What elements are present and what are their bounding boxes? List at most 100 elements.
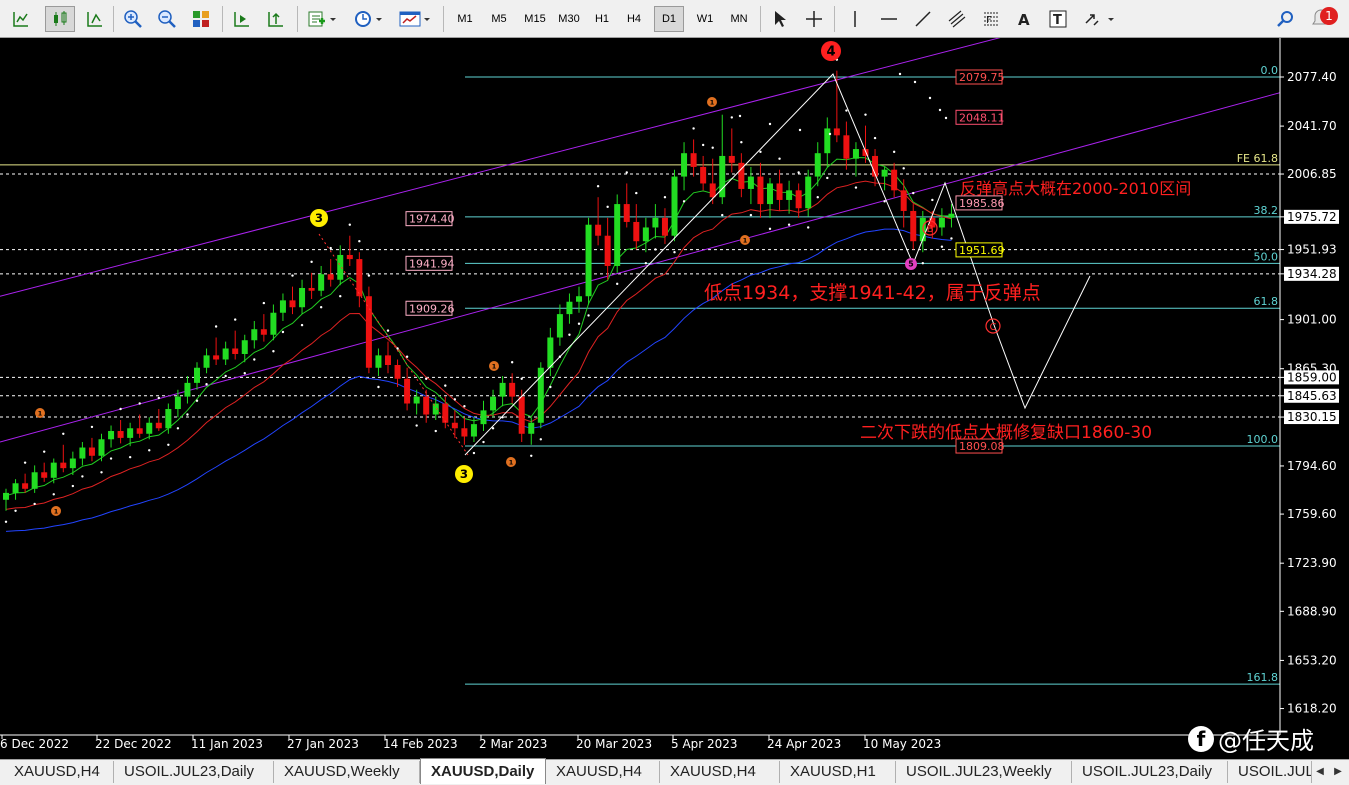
sar-dot [348,223,351,226]
chart-tab[interactable]: USOIL.JUL23,Daily [1228,761,1312,783]
search-button[interactable] [1272,6,1298,32]
sar-dot [52,493,55,496]
sar-dot [606,205,609,209]
equidistant-channel-button[interactable] [944,6,970,32]
chart-tab[interactable]: XAUUSD,H4 [660,761,780,783]
price-label: 2041.70 [1287,119,1337,133]
candle-body [652,217,659,228]
date-label: 14 Feb 2023 [383,737,458,751]
chart-tab[interactable]: XAUUSD,Daily [420,758,546,784]
level-tag-label: 1941.94 [409,257,455,270]
chart-tab[interactable]: XAUUSD,H4 [546,761,660,783]
vertical-line-button[interactable] [843,6,867,32]
chart-tab[interactable]: USOIL.JUL23,Daily [114,761,274,783]
sar-dot [214,325,218,328]
sar-dot [272,350,275,353]
timeframe-d1-button[interactable]: D1 [654,6,684,32]
timeframe-h4-button[interactable]: H4 [620,6,648,32]
date-label: 22 Dec 2022 [95,737,172,751]
indicators-button[interactable] [304,6,340,32]
sar-dot [883,200,886,203]
sar-dot [339,295,342,298]
level-tag-label: 1951.69 [959,244,1005,257]
chart-tab[interactable]: USOIL.JUL23,Weekly [896,761,1072,783]
text-button[interactable]: A [1012,6,1036,32]
timeframe-m15-button[interactable]: M15 [518,6,552,32]
sar-dot [43,450,46,453]
line-chart-button[interactable] [8,6,34,32]
candle-body [480,410,487,425]
chart-tab[interactable]: XAUUSD,H4 [4,761,114,783]
tile-windows-button[interactable] [188,6,214,32]
fibonacci-button[interactable]: F [978,6,1004,32]
sar-dot [577,322,581,325]
trend-line-button[interactable] [910,6,936,32]
arrows-button[interactable] [1079,6,1119,32]
svg-text:A: A [1018,11,1030,29]
zoom-in-button[interactable] [120,6,146,32]
horizontal-line-button[interactable] [876,6,902,32]
indicators-icon [308,11,336,27]
fib-level-label: 0.0 [1261,64,1279,77]
chart-tab[interactable]: XAUUSD,H1 [780,761,896,783]
timeframe-mn-button[interactable]: MN [724,6,754,32]
timeframe-m30-button[interactable]: M30 [553,6,585,32]
cursor-button[interactable] [766,6,792,32]
price-label: 1723.90 [1287,556,1337,570]
candle-body [375,355,382,368]
candle-body [604,235,611,266]
chart-tab[interactable]: XAUUSD,Weekly [274,761,420,783]
crosshair-button[interactable] [801,6,827,32]
sar-dot [81,475,84,478]
timeframe-w1-button[interactable]: W1 [690,6,720,32]
candle-body [852,149,859,159]
sar-dot [472,451,476,455]
sar-dot [778,157,781,160]
zoom-out-button[interactable] [154,6,180,32]
timeframe-h1-button[interactable]: H1 [588,6,616,32]
toolbar-separator [113,6,114,32]
candle-body [213,355,220,360]
candle-body [260,329,267,335]
candle-body [136,428,143,434]
periods-clock-icon [355,11,382,27]
chart-tab[interactable]: USOIL.JUL23,Daily [1072,761,1228,783]
line-chart-icon [13,12,28,27]
sar-dot [444,384,447,387]
arrows-icon [1085,14,1114,26]
timeframe-m1-button[interactable]: M1 [450,6,480,32]
text-label-button[interactable]: T [1045,6,1071,32]
candle-body [585,224,592,297]
bar-chart-button[interactable] [82,6,108,32]
candle-body [767,183,773,205]
sar-dot [434,429,437,433]
timeframe-m5-button[interactable]: M5 [484,6,514,32]
sar-dot [186,413,189,416]
price-label: 1618.20 [1287,702,1337,716]
sar-dot [14,509,17,512]
tile-windows-icon [193,11,209,27]
sar-dot [845,109,848,112]
periods-button[interactable] [350,6,386,32]
notifications-button[interactable]: 1 [1306,6,1342,32]
tab-scroll-right-icon[interactable]: ▶ [1330,763,1346,781]
candlestick-button[interactable] [45,6,75,32]
sar-dot [463,405,466,408]
level-tag-label: 1985.86 [959,197,1005,210]
auto-scroll-button[interactable] [229,6,255,32]
date-label: 20 Mar 2023 [576,737,652,751]
svg-text:T: T [1053,13,1062,28]
candle-body [595,224,602,236]
wave-marker-label: 5 [908,260,913,269]
sar-dot [663,196,667,199]
templates-button[interactable] [396,6,434,32]
search-icon [1277,11,1293,27]
price-label: 1845.63 [1287,389,1337,403]
candle-body [824,128,831,154]
text-icon: A [1018,11,1030,29]
cursor-icon [775,11,786,27]
chart-shift-button[interactable] [263,6,289,32]
tab-scroll-left-icon[interactable]: ◀ [1312,763,1328,781]
price-chart[interactable]: 0.0FE 61.838.250.061.8100.0161.8 3341111… [0,38,1349,759]
wave-projection-line [464,73,1091,456]
